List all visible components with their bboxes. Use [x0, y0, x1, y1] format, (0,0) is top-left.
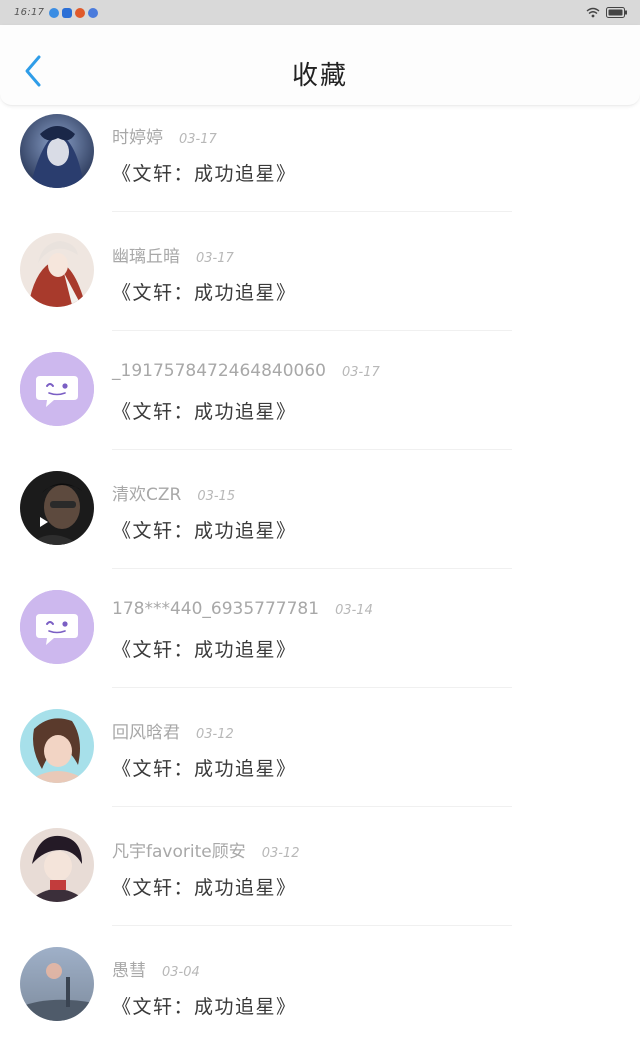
weibo-notification-icon	[75, 7, 86, 18]
item-meta: 清欢CZR 03-15	[112, 480, 235, 505]
divider	[112, 449, 512, 450]
item-meta: 凡宇favorite顾安 03-12	[112, 837, 299, 862]
favorite-item[interactable]: 愚彗 03-04 《文轩：成功追星》	[0, 938, 640, 1057]
avatar[interactable]	[20, 233, 94, 307]
notification-icons	[49, 7, 99, 18]
item-date: 03-17	[196, 251, 234, 266]
status-bar: 16:17	[0, 0, 640, 25]
favorite-item[interactable]: _1917578472464840060 03-17 《文轩：成功追星》	[0, 343, 640, 462]
avatar[interactable]	[20, 828, 94, 902]
avatar[interactable]	[20, 114, 94, 188]
favorite-item[interactable]: 178***440_6935777781 03-14 《文轩：成功追星》	[0, 581, 640, 700]
avatar[interactable]	[20, 947, 94, 1021]
divider	[112, 211, 512, 212]
item-title: 《文轩：成功追星》	[112, 996, 297, 1018]
user-name: _1917578472464840060	[112, 361, 327, 381]
status-right	[586, 7, 628, 18]
shield-notification-icon	[62, 7, 73, 18]
item-date: 03-04	[162, 965, 200, 980]
item-date: 03-17	[179, 132, 217, 147]
user-name: 清欢CZR	[112, 485, 182, 505]
item-date: 03-17	[342, 365, 380, 380]
item-title: 《文轩：成功追星》	[112, 282, 297, 304]
item-date: 03-12	[261, 846, 300, 861]
item-title: 《文轩：成功追星》	[112, 401, 297, 423]
item-title: 《文轩：成功追星》	[112, 163, 297, 185]
item-meta: 回风晗君 03-12	[112, 718, 234, 743]
divider	[112, 568, 512, 569]
item-meta: 时婷婷 03-17	[112, 123, 217, 148]
user-name: 时婷婷	[112, 128, 163, 148]
chat-bubble-icon	[20, 352, 94, 426]
divider	[112, 330, 512, 331]
user-name: 凡宇favorite顾安	[112, 842, 246, 862]
item-title: 《文轩：成功追星》	[112, 758, 297, 780]
user-name: 幽璃丘暗	[112, 247, 180, 267]
item-date: 03-14	[335, 603, 373, 618]
status-time: 16:17	[14, 7, 45, 18]
item-meta: _1917578472464840060 03-17	[112, 361, 380, 381]
browser-notification-icon	[88, 7, 99, 18]
wifi-icon	[586, 7, 600, 18]
chat-bubble-icon	[20, 590, 94, 664]
favorite-item[interactable]: 回风晗君 03-12 《文轩：成功追星》	[0, 700, 640, 819]
item-meta: 愚彗 03-04	[112, 956, 200, 981]
default-avatar[interactable]	[20, 590, 94, 664]
item-title: 《文轩：成功追星》	[112, 639, 297, 661]
page-title: 收藏	[291, 61, 348, 91]
app-notification-icon	[49, 7, 60, 18]
item-title: 《文轩：成功追星》	[112, 520, 297, 542]
item-meta: 178***440_6935777781 03-14	[112, 599, 373, 619]
item-title: 《文轩：成功追星》	[112, 877, 297, 899]
divider	[112, 806, 512, 807]
favorite-item[interactable]: 清欢CZR 03-15 《文轩：成功追星》	[0, 462, 640, 581]
item-meta: 幽璃丘暗 03-17	[112, 242, 234, 267]
item-date: 03-12	[196, 727, 234, 742]
divider	[112, 687, 512, 688]
divider	[112, 925, 512, 926]
user-name: 178***440_6935777781	[112, 599, 320, 619]
avatar[interactable]	[20, 709, 94, 783]
battery-icon	[606, 7, 627, 18]
avatar[interactable]	[20, 471, 94, 545]
favorite-item[interactable]: 凡宇favorite顾安 03-12 《文轩：成功追星》	[0, 819, 640, 938]
user-name: 回风晗君	[112, 723, 180, 743]
item-date: 03-15	[197, 489, 236, 504]
user-name: 愚彗	[112, 961, 146, 981]
favorite-item[interactable]: 时婷婷 03-17 《文轩：成功追星》	[0, 105, 640, 224]
header: 收藏	[0, 25, 640, 106]
favorite-item[interactable]: 幽璃丘暗 03-17 《文轩：成功追星》	[0, 224, 640, 343]
default-avatar[interactable]	[20, 352, 94, 426]
favorites-list: 时婷婷 03-17 《文轩：成功追星》 幽璃丘暗 03-17 《文轩：成功追星》	[0, 105, 640, 1057]
